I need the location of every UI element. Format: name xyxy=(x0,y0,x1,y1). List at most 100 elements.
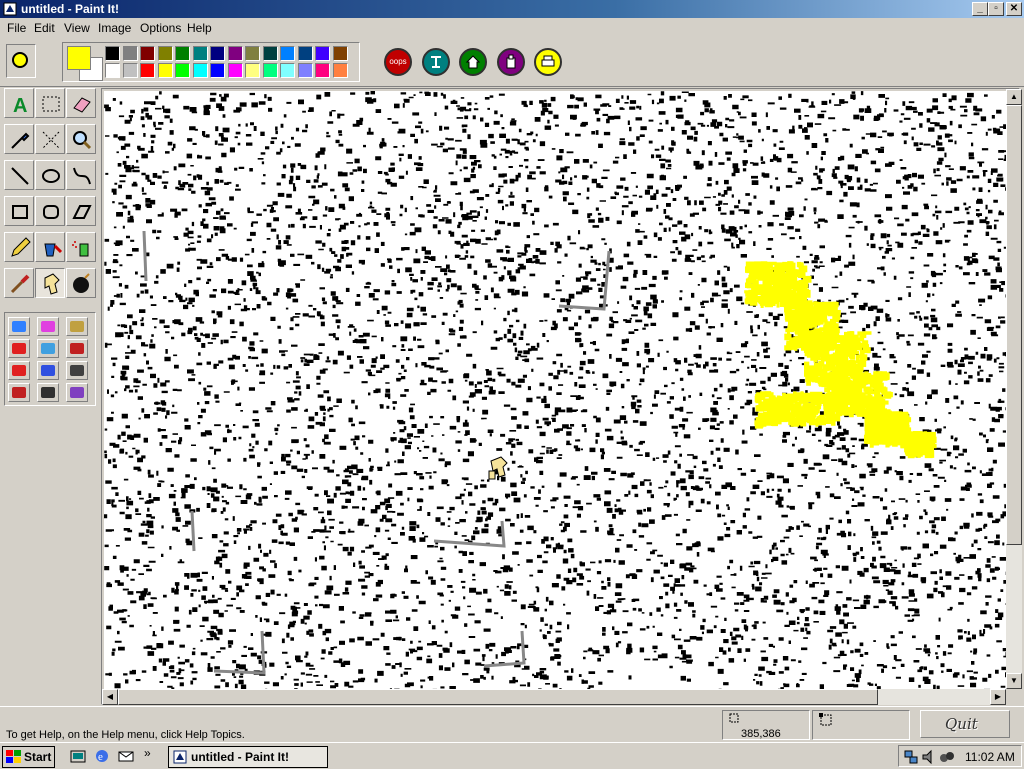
horizontal-scrollbar[interactable]: ◀ ▶ xyxy=(102,689,1006,705)
color-swatch[interactable] xyxy=(227,63,243,78)
color-swatch[interactable] xyxy=(297,46,313,61)
menu-image[interactable]: Image xyxy=(97,18,132,38)
internet-explorer-icon[interactable]: e xyxy=(94,748,110,764)
color-swatch[interactable] xyxy=(122,46,138,61)
drawing-canvas[interactable] xyxy=(104,91,1006,689)
start-button[interactable]: Start xyxy=(2,746,55,768)
color-swatch[interactable] xyxy=(157,46,173,61)
curve-tool[interactable] xyxy=(66,160,96,190)
color-swatch[interactable] xyxy=(315,46,330,61)
color-swatch[interactable] xyxy=(245,63,260,78)
color-swatch[interactable] xyxy=(192,63,208,78)
scroll-right-arrow-icon[interactable]: ▶ xyxy=(990,689,1006,705)
stamp-option[interactable] xyxy=(37,339,59,358)
free-select-tool[interactable] xyxy=(35,124,65,154)
pencil-tool[interactable] xyxy=(4,232,34,262)
color-swatch[interactable] xyxy=(105,46,120,61)
stamp-option[interactable] xyxy=(37,361,59,380)
color-swatch[interactable] xyxy=(262,63,278,78)
rectangle-tool[interactable] xyxy=(4,196,34,226)
volume-icon[interactable] xyxy=(921,749,937,765)
color-swatch[interactable] xyxy=(315,63,330,78)
color-swatch[interactable] xyxy=(262,46,278,61)
color-swatch[interactable] xyxy=(280,46,295,61)
stamp-tool[interactable] xyxy=(35,268,65,298)
color-swatch[interactable] xyxy=(297,63,313,78)
scroll-up-arrow-icon[interactable]: ▲ xyxy=(1006,89,1022,105)
vertical-scroll-thumb[interactable] xyxy=(1006,105,1022,545)
brush-tool[interactable] xyxy=(4,268,34,298)
text-tool[interactable]: A xyxy=(4,88,34,118)
stamp-thumb-icon xyxy=(41,365,55,376)
ellipse-tool[interactable] xyxy=(35,160,65,190)
taskbar: Start e » untitled - Paint It! 11:02 AM xyxy=(0,742,1024,769)
zoom-tool[interactable] xyxy=(66,124,96,154)
stamp-option[interactable] xyxy=(8,383,30,402)
rounded-rect-tool[interactable] xyxy=(35,196,65,226)
maximize-button[interactable]: ▫ xyxy=(988,2,1004,16)
menu-view[interactable]: View xyxy=(63,18,91,38)
menu-edit[interactable]: Edit xyxy=(33,18,56,38)
color-swatch[interactable] xyxy=(210,63,225,78)
eraser-tool[interactable] xyxy=(66,88,96,118)
stamp-option[interactable] xyxy=(8,339,30,358)
color-swatch[interactable] xyxy=(227,46,243,61)
color-swatch[interactable] xyxy=(332,46,348,61)
scroll-left-arrow-icon[interactable]: ◀ xyxy=(102,689,118,705)
quit-button[interactable]: Quit xyxy=(920,710,1010,738)
quicklaunch-chevron-icon[interactable]: » xyxy=(144,746,151,760)
stamp-thumb-icon xyxy=(12,343,26,354)
color-swatch[interactable] xyxy=(157,63,173,78)
menu-options[interactable]: Options xyxy=(139,18,182,38)
color-swatch[interactable] xyxy=(332,63,348,78)
show-desktop-icon[interactable] xyxy=(70,748,86,764)
stamp-option[interactable] xyxy=(66,361,88,380)
color-swatch[interactable] xyxy=(175,46,190,61)
fill-bucket-tool[interactable] xyxy=(35,232,65,262)
color-swatch[interactable] xyxy=(175,63,190,78)
color-swatch[interactable] xyxy=(122,63,138,78)
stamp-option[interactable] xyxy=(8,317,30,336)
selection-size-icon xyxy=(819,713,832,726)
stamp-picker xyxy=(4,312,96,406)
rect-select-tool[interactable] xyxy=(35,88,65,118)
line-tool[interactable] xyxy=(4,160,34,190)
save-button[interactable] xyxy=(496,48,525,76)
stamp-option[interactable] xyxy=(66,339,88,358)
color-swatch[interactable] xyxy=(210,46,225,61)
dropper-tool[interactable] xyxy=(4,124,34,154)
oops-button[interactable]: oops xyxy=(384,48,412,76)
outlook-express-icon[interactable] xyxy=(118,748,134,764)
color-swatch[interactable] xyxy=(140,63,155,78)
color-swatch[interactable] xyxy=(140,46,155,61)
system-tray: 11:02 AM xyxy=(898,745,1022,767)
color-swatch[interactable] xyxy=(280,63,295,78)
color-swatch[interactable] xyxy=(192,46,208,61)
stamp-option[interactable] xyxy=(66,383,88,402)
stamp-option[interactable] xyxy=(37,383,59,402)
color-swatch[interactable] xyxy=(245,46,260,61)
clear-button[interactable] xyxy=(421,48,450,76)
connection-icon[interactable] xyxy=(939,749,955,765)
color-swatch[interactable] xyxy=(105,63,120,78)
polygon-tool[interactable] xyxy=(66,196,96,226)
menu-file[interactable]: File xyxy=(6,18,27,38)
stamp-option[interactable] xyxy=(8,361,30,380)
home-button[interactable] xyxy=(459,48,487,76)
stamp-option[interactable] xyxy=(37,317,59,336)
spray-tool[interactable] xyxy=(66,232,96,262)
bomb-tool[interactable] xyxy=(66,268,96,298)
menu-help[interactable]: Help xyxy=(186,18,213,38)
close-button[interactable]: ✕ xyxy=(1006,2,1022,16)
print-button[interactable] xyxy=(534,48,562,76)
title-bar[interactable]: untitled - Paint It! _ ▫ ✕ xyxy=(0,0,1024,18)
network-icon[interactable] xyxy=(903,749,919,765)
brush-size-indicator[interactable] xyxy=(6,44,36,78)
vertical-scrollbar[interactable]: ▲ ▼ xyxy=(1006,89,1022,689)
foreground-color-well[interactable] xyxy=(67,46,91,70)
task-paint-it[interactable]: untitled - Paint It! xyxy=(168,746,328,768)
stamp-option[interactable] xyxy=(66,317,88,336)
minimize-button[interactable]: _ xyxy=(972,2,988,16)
horizontal-scroll-thumb[interactable] xyxy=(118,689,878,705)
scroll-down-arrow-icon[interactable]: ▼ xyxy=(1006,673,1022,689)
